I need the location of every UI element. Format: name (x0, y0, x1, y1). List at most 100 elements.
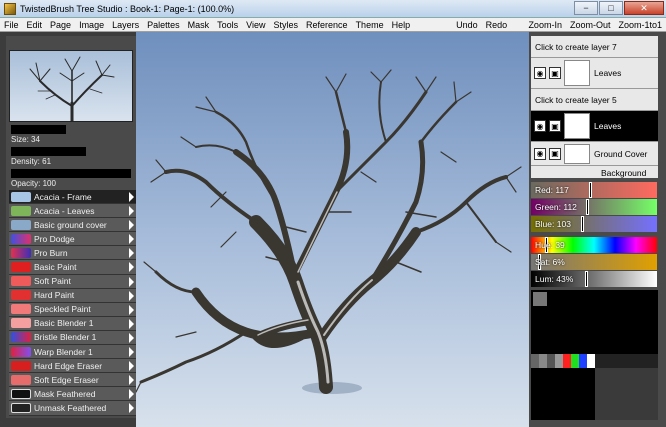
luminance-marker[interactable] (585, 271, 588, 287)
luminance-slider[interactable]: Lum: 43% (531, 271, 657, 287)
color-swatch-palette[interactable] (531, 290, 658, 420)
close-button[interactable]: ✕ (624, 1, 664, 15)
brush-swatch-icon (11, 233, 31, 244)
blue-slider[interactable]: Blue: 103 (531, 216, 657, 232)
submenu-arrow-icon[interactable] (129, 220, 134, 231)
menu-mask[interactable]: Mask (184, 20, 214, 30)
zoom-in-button[interactable]: Zoom-In (524, 20, 566, 30)
green-slider[interactable]: Green: 112 (531, 199, 657, 215)
create-layer-5[interactable]: Click to create layer 5 (531, 89, 658, 111)
brush-swatch-icon (11, 205, 31, 216)
brush-label: Basic Paint (34, 262, 77, 273)
redo-button[interactable]: Redo (482, 20, 512, 30)
window-title: TwistedBrush Tree Studio : Book-1: Page-… (20, 3, 235, 14)
brush-label: Warp Blender 1 (34, 346, 93, 357)
brush-warp-blender-1[interactable]: Warp Blender 1 (9, 345, 136, 360)
layer-thumbnail (564, 113, 590, 139)
menu-styles[interactable]: Styles (270, 20, 303, 30)
submenu-arrow-icon[interactable] (129, 332, 134, 343)
submenu-arrow-icon[interactable] (129, 192, 134, 202)
brush-label: Pro Burn (34, 247, 68, 258)
menu-view[interactable]: View (242, 20, 269, 30)
menu-layers[interactable]: Layers (108, 20, 143, 30)
blue-marker[interactable] (581, 216, 584, 232)
left-panel: Size: 34 Density: 61 Opacity: 100 Acacia… (6, 36, 136, 418)
red-slider[interactable]: Red: 117 (531, 182, 657, 198)
layer-lock-icon[interactable]: ▣ (549, 67, 561, 79)
size-slider[interactable]: Size: 34 (9, 124, 133, 146)
brush-soft-paint[interactable]: Soft Paint (9, 274, 136, 289)
zoom-out-button[interactable]: Zoom-Out (566, 20, 615, 30)
menu-help[interactable]: Help (388, 20, 415, 30)
brush-acacia-frame[interactable]: Acacia - Frame (9, 190, 136, 205)
layer-lock-icon[interactable]: ▣ (549, 120, 561, 132)
brush-swatch-icon (11, 332, 31, 343)
menu-tools[interactable]: Tools (213, 20, 242, 30)
density-label: Density: 61 (11, 157, 52, 166)
brush-basic-blender-1[interactable]: Basic Blender 1 (9, 316, 136, 331)
submenu-arrow-icon[interactable] (129, 234, 134, 245)
saturation-slider[interactable]: Sat: 6% (531, 254, 657, 270)
brush-basic-paint[interactable]: Basic Paint (9, 260, 136, 275)
bare-tree-painting (136, 69, 522, 394)
submenu-arrow-icon[interactable] (129, 304, 134, 315)
submenu-arrow-icon[interactable] (129, 389, 134, 400)
brush-basic-ground-cover[interactable]: Basic ground cover (9, 218, 136, 233)
undo-button[interactable]: Undo (452, 20, 482, 30)
brush-preview (9, 50, 133, 122)
brush-swatch-icon (11, 388, 31, 399)
brush-unmask-feathered[interactable]: Unmask Feathered (9, 401, 136, 416)
hue-slider[interactable]: Hue: 39 (531, 237, 657, 253)
density-slider[interactable]: Density: 61 (9, 146, 133, 168)
brush-pro-burn[interactable]: Pro Burn (9, 246, 136, 261)
brush-swatch-icon (11, 318, 31, 329)
submenu-arrow-icon[interactable] (129, 318, 134, 329)
red-marker[interactable] (589, 182, 592, 198)
submenu-arrow-icon[interactable] (129, 248, 134, 259)
green-marker[interactable] (586, 199, 589, 215)
layer-row-ground-cover[interactable]: ◉ ▣ Ground Cover (531, 142, 658, 166)
brush-bristle-blender-1[interactable]: Bristle Blender 1 (9, 330, 136, 346)
opacity-slider[interactable]: Opacity: 100 (9, 168, 133, 190)
layer-row-leaves-active[interactable]: ◉ ▣ Leaves (531, 111, 658, 142)
submenu-arrow-icon[interactable] (129, 403, 134, 414)
visibility-eye-icon[interactable]: ◉ (534, 120, 546, 132)
submenu-arrow-icon[interactable] (129, 375, 134, 386)
brush-acacia-leaves[interactable]: Acacia - Leaves (9, 204, 136, 219)
brush-label: Bristle Blender 1 (34, 332, 97, 343)
layer-thumbnail (564, 60, 590, 86)
window-controls: − □ ✕ (574, 1, 664, 15)
brush-soft-edge-eraser[interactable]: Soft Edge Eraser (9, 373, 136, 388)
menu-edit[interactable]: Edit (23, 20, 47, 30)
minimize-button[interactable]: − (574, 1, 598, 15)
menu-image[interactable]: Image (75, 20, 108, 30)
zoom-1to1-button[interactable]: Zoom-1to1 (614, 20, 666, 30)
menu-palettes[interactable]: Palettes (143, 20, 184, 30)
submenu-arrow-icon[interactable] (129, 361, 134, 372)
brush-mask-feathered[interactable]: Mask Feathered (9, 387, 136, 402)
menu-file[interactable]: File (0, 20, 23, 30)
visibility-eye-icon[interactable]: ◉ (534, 67, 546, 79)
maximize-button[interactable]: □ (599, 1, 623, 15)
brush-pro-dodge[interactable]: Pro Dodge (9, 232, 136, 247)
visibility-eye-icon[interactable]: ◉ (534, 147, 546, 160)
create-layer-7[interactable]: Click to create layer 7 (531, 36, 658, 58)
opacity-label: Opacity: 100 (11, 179, 56, 188)
painting-canvas[interactable] (136, 32, 529, 427)
brush-hard-edge-eraser[interactable]: Hard Edge Eraser (9, 359, 136, 374)
layer-row-leaves-upper[interactable]: ◉ ▣ Leaves (531, 58, 658, 89)
submenu-arrow-icon[interactable] (129, 290, 134, 301)
layer-lock-icon[interactable]: ▣ (549, 147, 561, 160)
menu-page[interactable]: Page (46, 20, 75, 30)
brush-hard-paint[interactable]: Hard Paint (9, 288, 136, 303)
menu-reference[interactable]: Reference (302, 20, 352, 30)
menu-theme[interactable]: Theme (352, 20, 388, 30)
layer-row-background[interactable]: Background (531, 166, 658, 178)
submenu-arrow-icon[interactable] (129, 347, 134, 358)
brush-speckled-paint[interactable]: Speckled Paint (9, 302, 136, 317)
submenu-arrow-icon[interactable] (129, 262, 134, 273)
brush-label: Hard Paint (34, 290, 75, 301)
submenu-arrow-icon[interactable] (129, 276, 134, 287)
submenu-arrow-icon[interactable] (129, 206, 134, 217)
brush-swatch-icon (11, 346, 31, 357)
